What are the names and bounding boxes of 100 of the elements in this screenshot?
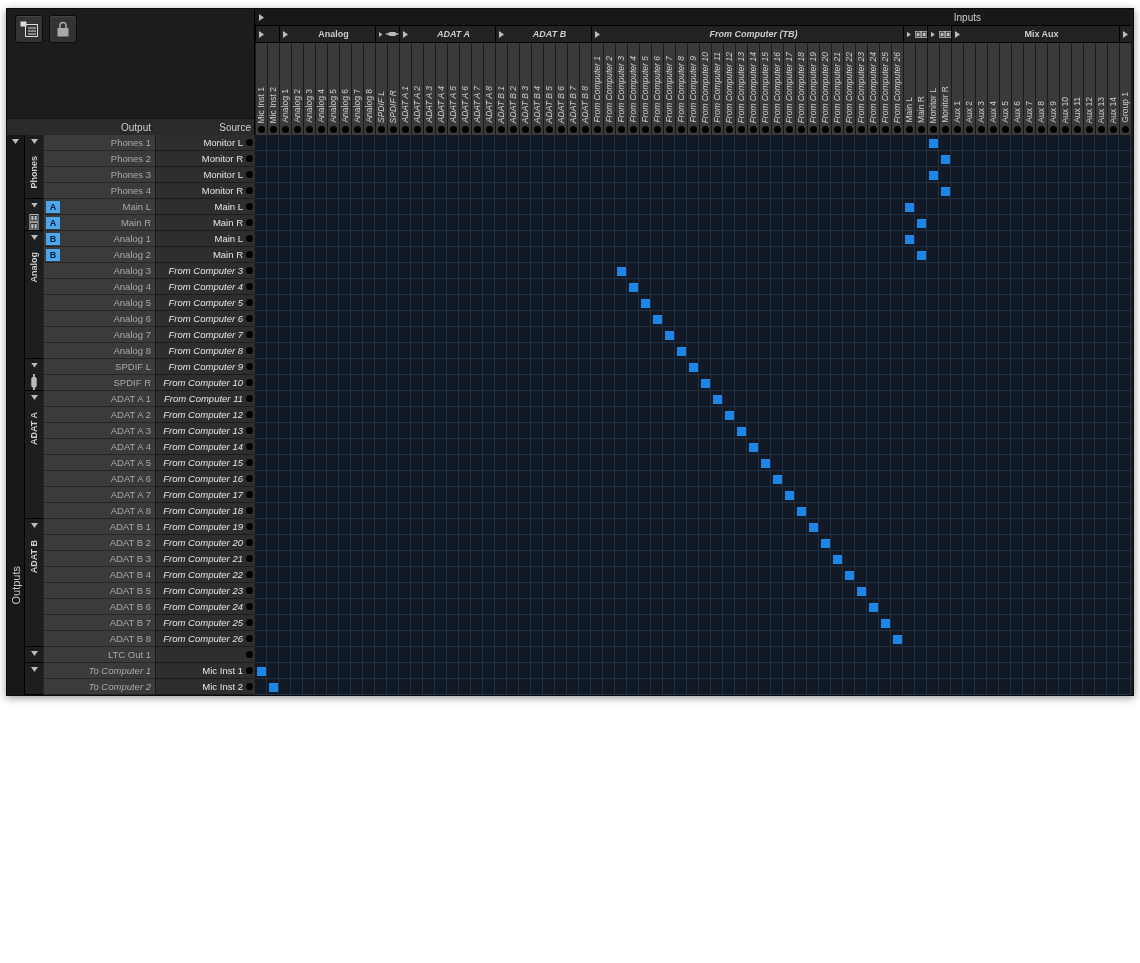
source-cell[interactable]: Mic Inst 2 <box>155 679 255 695</box>
input-column-header[interactable]: SPDIF R <box>387 43 399 135</box>
input-column-header[interactable]: From Computer 8 <box>675 43 687 135</box>
collapse-triangle-icon[interactable] <box>30 363 38 368</box>
output-cell[interactable]: ADAT B 1 <box>43 519 155 535</box>
source-cell[interactable]: From Computer 18 <box>155 503 255 519</box>
view-toggle-button[interactable] <box>15 15 43 43</box>
source-cell[interactable]: Monitor L <box>155 135 255 151</box>
input-column-header[interactable]: From Computer 7 <box>663 43 675 135</box>
input-column-header[interactable]: From Computer 20 <box>819 43 831 135</box>
output-cell[interactable]: A Main R <box>43 215 155 231</box>
source-cell[interactable]: From Computer 20 <box>155 535 255 551</box>
input-column-header[interactable]: ADAT B 3 <box>519 43 531 135</box>
input-column-header[interactable]: From Computer 11 <box>711 43 723 135</box>
input-column-header[interactable]: Aux 14 <box>1107 43 1119 135</box>
input-column-header[interactable]: From Computer 26 <box>891 43 903 135</box>
output-cell[interactable]: ADAT B 3 <box>43 551 155 567</box>
input-column-header[interactable]: From Computer 1 <box>591 43 603 135</box>
expand-triangle-icon[interactable] <box>907 30 911 38</box>
output-cell[interactable]: Analog 3 <box>43 263 155 279</box>
input-column-header[interactable]: Group 1 <box>1119 43 1131 135</box>
input-column-header[interactable]: ADAT A 8 <box>483 43 495 135</box>
output-cell[interactable]: Analog 7 <box>43 327 155 343</box>
input-column-header[interactable]: SPDIF L <box>375 43 387 135</box>
source-cell[interactable]: From Computer 4 <box>155 279 255 295</box>
source-cell[interactable]: From Computer 23 <box>155 583 255 599</box>
collapse-triangle-icon[interactable] <box>30 395 38 400</box>
output-cell[interactable]: Phones 4 <box>43 183 155 199</box>
input-column-header[interactable]: Mic Inst 1 <box>255 43 267 135</box>
input-column-header[interactable]: ADAT B 7 <box>567 43 579 135</box>
collapse-triangle-icon[interactable] <box>30 651 38 656</box>
input-column-header[interactable]: Analog 4 <box>315 43 327 135</box>
output-cell[interactable]: Phones 2 <box>43 151 155 167</box>
bus-badge[interactable]: B <box>46 248 60 261</box>
input-column-header[interactable]: Aux 11 <box>1071 43 1083 135</box>
output-cell[interactable]: ADAT A 6 <box>43 471 155 487</box>
input-column-header[interactable]: Aux 10 <box>1059 43 1071 135</box>
input-column-header[interactable]: From Computer 4 <box>627 43 639 135</box>
input-column-header[interactable]: From Computer 21 <box>831 43 843 135</box>
output-cell[interactable]: To Computer 2 <box>43 679 155 695</box>
output-cell[interactable]: ADAT A 3 <box>43 423 155 439</box>
input-column-header[interactable]: ADAT A 6 <box>459 43 471 135</box>
input-column-header[interactable]: Monitor R <box>939 43 951 135</box>
output-cell[interactable]: B Analog 2 <box>43 247 155 263</box>
input-column-header[interactable]: From Computer 13 <box>735 43 747 135</box>
input-column-header[interactable]: Aux 13 <box>1095 43 1107 135</box>
input-column-header[interactable]: From Computer 16 <box>771 43 783 135</box>
input-column-header[interactable]: From Computer 5 <box>639 43 651 135</box>
output-cell[interactable]: Phones 3 <box>43 167 155 183</box>
input-column-header[interactable]: From Computer 25 <box>879 43 891 135</box>
collapse-triangle-icon[interactable] <box>30 235 38 240</box>
expand-triangle-icon[interactable] <box>955 30 960 38</box>
source-cell[interactable]: From Computer 25 <box>155 615 255 631</box>
output-cell[interactable]: ADAT B 4 <box>43 567 155 583</box>
source-cell[interactable]: From Computer 21 <box>155 551 255 567</box>
source-cell[interactable]: From Computer 26 <box>155 631 255 647</box>
output-cell[interactable]: ADAT B 8 <box>43 631 155 647</box>
input-column-header[interactable]: From Computer 17 <box>783 43 795 135</box>
output-cell[interactable]: Phones 1 <box>43 135 155 151</box>
source-cell[interactable]: Monitor R <box>155 183 255 199</box>
input-column-header[interactable]: From Computer 22 <box>843 43 855 135</box>
input-column-header[interactable]: Mic Inst 2 <box>267 43 279 135</box>
source-cell[interactable]: Main L <box>155 231 255 247</box>
source-cell[interactable]: From Computer 13 <box>155 423 255 439</box>
source-cell[interactable]: From Computer 19 <box>155 519 255 535</box>
input-column-header[interactable]: ADAT A 4 <box>435 43 447 135</box>
output-cell[interactable]: ADAT B 7 <box>43 615 155 631</box>
input-column-header[interactable]: Aux 9 <box>1047 43 1059 135</box>
input-column-header[interactable]: From Computer 15 <box>759 43 771 135</box>
expand-triangle-icon[interactable] <box>259 30 264 38</box>
expand-triangle-icon[interactable] <box>931 30 935 38</box>
source-cell[interactable]: From Computer 24 <box>155 599 255 615</box>
source-cell[interactable]: From Computer 11 <box>155 391 255 407</box>
collapse-triangle-icon[interactable] <box>30 523 38 528</box>
input-column-header[interactable]: ADAT B 6 <box>555 43 567 135</box>
output-cell[interactable]: Analog 8 <box>43 343 155 359</box>
input-column-header[interactable]: From Computer 3 <box>615 43 627 135</box>
source-cell[interactable]: Monitor R <box>155 151 255 167</box>
source-cell[interactable]: Main R <box>155 247 255 263</box>
source-cell[interactable]: Mic Inst 1 <box>155 663 255 679</box>
input-column-header[interactable]: From Computer 10 <box>699 43 711 135</box>
input-column-header[interactable]: ADAT B 8 <box>579 43 591 135</box>
input-column-header[interactable]: From Computer 2 <box>603 43 615 135</box>
input-column-header[interactable]: Aux 8 <box>1035 43 1047 135</box>
output-cell[interactable]: ADAT A 5 <box>43 455 155 471</box>
input-column-header[interactable]: Analog 2 <box>291 43 303 135</box>
source-cell[interactable] <box>155 647 255 663</box>
source-cell[interactable]: Main L <box>155 199 255 215</box>
source-cell[interactable]: From Computer 12 <box>155 407 255 423</box>
source-cell[interactable]: Monitor L <box>155 167 255 183</box>
output-cell[interactable]: Analog 4 <box>43 279 155 295</box>
source-cell[interactable]: Main R <box>155 215 255 231</box>
input-column-header[interactable]: From Computer 23 <box>855 43 867 135</box>
output-cell[interactable]: B Analog 1 <box>43 231 155 247</box>
source-cell[interactable]: From Computer 22 <box>155 567 255 583</box>
output-cell[interactable]: ADAT A 1 <box>43 391 155 407</box>
input-column-header[interactable]: Aux 5 <box>999 43 1011 135</box>
source-cell[interactable]: From Computer 17 <box>155 487 255 503</box>
input-column-header[interactable]: Aux 2 <box>963 43 975 135</box>
input-column-header[interactable]: From Computer 6 <box>651 43 663 135</box>
